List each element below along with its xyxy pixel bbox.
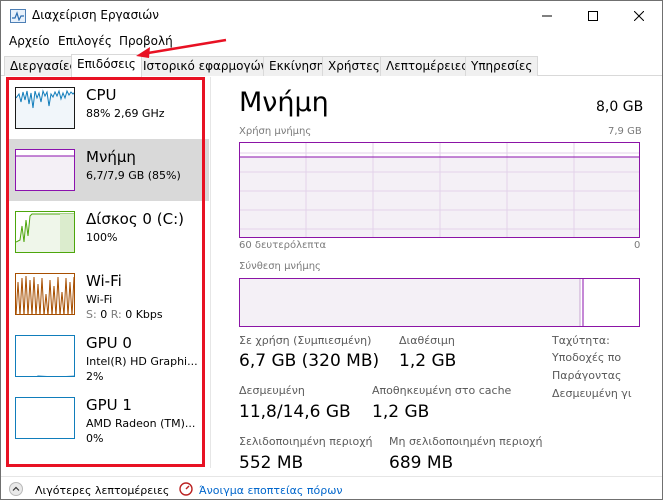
detail-title: Μνήμη: [239, 87, 329, 118]
cpu-thumbnail-graph: [15, 87, 75, 129]
wifi-send-label: S:: [86, 308, 97, 321]
tab-performance[interactable]: Επιδόσεις: [71, 54, 142, 77]
cpu-usage: 88% 2,69 GHz: [86, 107, 165, 120]
window-title: Διαχείριση Εργασιών: [32, 8, 159, 22]
menu-bar: Αρχείο Επιλογές Προβολή: [1, 31, 662, 53]
menu-file[interactable]: Αρχείο: [9, 34, 50, 48]
chevron-up-icon[interactable]: [9, 482, 23, 496]
title-bar: Διαχείριση Εργασιών: [1, 1, 662, 31]
disk-thumbnail-graph: [15, 211, 75, 253]
wifi-receive-label: R:: [110, 308, 122, 321]
available-value: 1,2 GB: [399, 351, 457, 371]
memory-thumbnail-graph: [15, 149, 75, 191]
detail-total: 8,0 GB: [596, 99, 644, 115]
wifi-adapter: Wi-Fi: [86, 293, 113, 306]
wifi-receive-value: 0 Kbps: [125, 308, 163, 321]
nonpaged-pool-value: 689 MB: [389, 453, 454, 473]
speed-label: Ταχύτητα:: [552, 334, 610, 347]
task-manager-window: Διαχείριση Εργασιών Αρχείο Επιλογές Προβ…: [0, 0, 663, 500]
close-button[interactable]: [616, 1, 662, 31]
open-resource-monitor-link[interactable]: Άνοιγμα εποπτείας πόρων: [199, 484, 343, 497]
menu-view[interactable]: Προβολή: [119, 34, 173, 48]
cached-value: 1,2 GB: [372, 402, 430, 422]
gpu1-thumbnail-graph: [15, 397, 75, 439]
gpu0-name: GPU 0: [86, 334, 132, 352]
wifi-thumbnail-graph: [15, 273, 75, 315]
nonpaged-pool-label: Μη σελιδοποιημένη περιοχή: [389, 435, 543, 448]
gpu1-model: AMD Radeon (TM)...: [86, 417, 196, 430]
wifi-throughput: S: 0 R: 0 Kbps: [86, 308, 163, 321]
minimize-button[interactable]: [524, 1, 570, 31]
resource-memory[interactable]: Μνήμη 6,7/7,9 GB (85%): [7, 139, 209, 201]
tab-services[interactable]: Υπηρεσίες: [465, 56, 539, 76]
wifi-send-value: 0: [100, 308, 108, 321]
tab-app-history[interactable]: Ιστορικό εφαρμογών: [137, 56, 274, 76]
paged-pool-label: Σελιδοποιημένη περιοχή: [239, 435, 373, 448]
fewer-details-link[interactable]: Λιγότερες λεπτομέρειες: [35, 484, 169, 497]
resource-monitor-icon: [179, 482, 193, 496]
tab-startup[interactable]: Εκκίνηση: [263, 56, 331, 76]
footer-bar: Λιγότερες λεπτομέρειες Άνοιγμα εποπτείας…: [1, 476, 662, 500]
graph-time-left: 60 δευτερόλεπτα: [239, 240, 327, 251]
disk-usage: 100%: [86, 231, 118, 244]
available-label: Διαθέσιμη: [399, 334, 455, 347]
memory-usage-graph: [239, 142, 640, 238]
cpu-name: CPU: [86, 86, 117, 104]
committed-value: 11,8/14,6 GB: [239, 402, 351, 422]
in-use-label: Σε χρήση (Συμπιεσμένη): [239, 334, 372, 347]
panel-divider: [210, 77, 211, 468]
tab-users[interactable]: Χρήστες: [322, 56, 386, 76]
usage-graph-label: Χρήση μνήμης: [239, 126, 312, 137]
resource-wifi[interactable]: Wi-Fi Wi-Fi S: 0 R: 0 Kbps: [7, 263, 209, 325]
wifi-name: Wi-Fi: [86, 272, 122, 290]
hardware-reserved-label: Δεσμευμένη γι: [552, 387, 632, 400]
in-use-value: 6,7 GB (320 MB): [239, 351, 380, 371]
usage-graph-max: 7,9 GB: [608, 126, 642, 137]
resource-list: CPU 88% 2,69 GHz Μνήμη 6,7/7,9 GB (85%): [7, 77, 209, 468]
composition-label: Σύνθεση μνήμης: [239, 261, 321, 272]
form-factor-label: Παράγοντας: [552, 369, 622, 382]
resource-cpu[interactable]: CPU 88% 2,69 GHz: [7, 77, 209, 139]
gpu0-usage: 2%: [86, 370, 104, 383]
cached-label: Αποθηκευμένη στο cache: [372, 384, 512, 397]
paged-pool-value: 552 MB: [239, 453, 304, 473]
resource-disk[interactable]: Δίσκος 0 (C:) 100%: [7, 201, 209, 263]
committed-label: Δεσμευμένη: [239, 384, 305, 397]
menu-options[interactable]: Επιλογές: [58, 34, 112, 48]
memory-composition-bar: [239, 278, 640, 327]
resource-gpu0[interactable]: GPU 0 Intel(R) HD Graphi... 2%: [7, 325, 209, 387]
memory-name: Μνήμη: [86, 148, 136, 166]
task-manager-icon: [10, 9, 26, 23]
tab-strip: Διεργασίες Επιδόσεις Ιστορικό εφαρμογών …: [1, 54, 662, 77]
graph-time-right: 0: [634, 240, 641, 251]
gpu1-name: GPU 1: [86, 396, 132, 414]
maximize-button[interactable]: [570, 1, 616, 31]
tab-details[interactable]: Λεπτομέρειες: [380, 56, 475, 76]
slots-label: Υποδοχές πο: [552, 351, 622, 364]
gpu0-model: Intel(R) HD Graphi...: [86, 355, 198, 368]
gpu0-thumbnail-graph: [15, 335, 75, 377]
resource-gpu1[interactable]: GPU 1 AMD Radeon (TM)... 0%: [7, 387, 209, 449]
memory-usage: 6,7/7,9 GB (85%): [86, 169, 181, 182]
disk-name: Δίσκος 0 (C:): [86, 210, 184, 228]
gpu1-usage: 0%: [86, 432, 104, 445]
